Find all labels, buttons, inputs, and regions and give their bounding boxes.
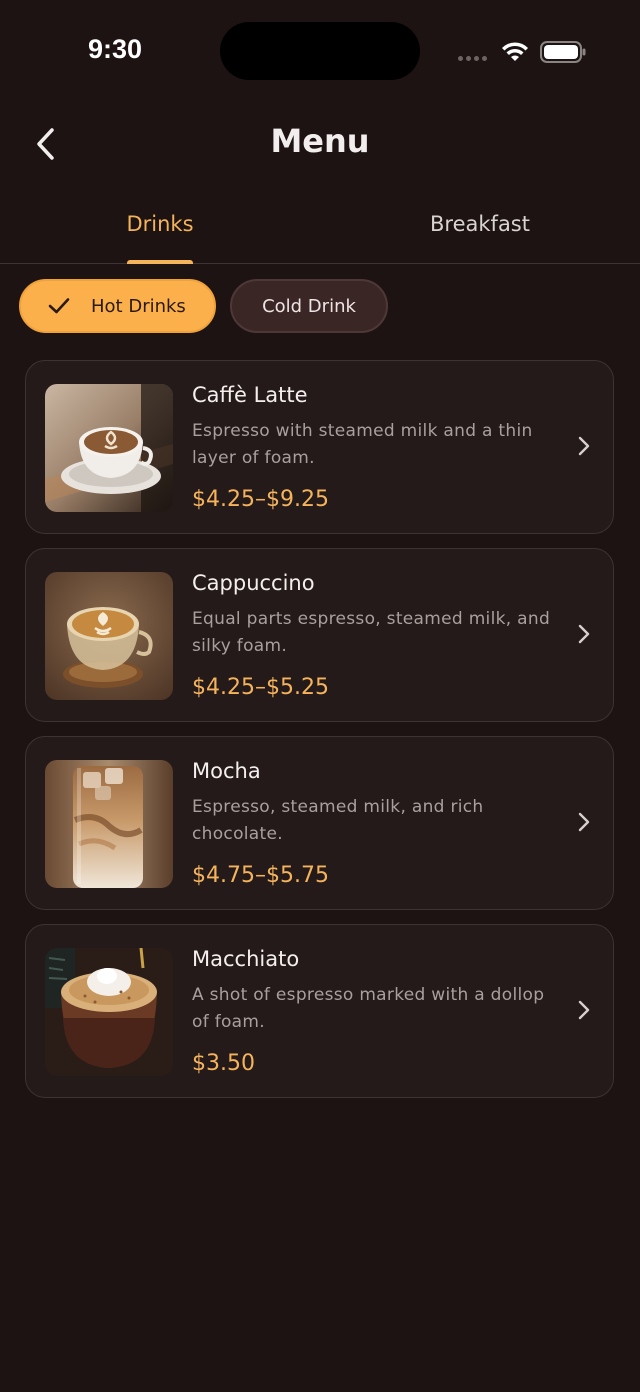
menu-item-caffe-latte[interactable]: Caffè Latte Espresso with steamed milk a…: [25, 360, 614, 534]
menu-item-mocha[interactable]: Mocha Espresso, steamed milk, and rich c…: [25, 736, 614, 910]
item-price: $3.50: [192, 1051, 255, 1076]
item-description: A shot of espresso marked with a dollop …: [192, 985, 545, 1032]
menu-item-macchiato[interactable]: Macchiato A shot of espresso marked with…: [25, 924, 614, 1098]
menu-item-cappuccino[interactable]: Cappuccino Equal parts espresso, steamed…: [25, 548, 614, 722]
filter-chip-hot-drinks[interactable]: Hot Drinks: [19, 279, 216, 333]
chevron-right-icon: [578, 624, 590, 644]
chevron-right-icon: [578, 812, 590, 832]
menu-list: Caffè Latte Espresso with steamed milk a…: [25, 360, 615, 1112]
item-price: $4.75–$5.75: [192, 863, 329, 888]
filter-chip-cold-drink[interactable]: Cold Drink: [230, 279, 388, 333]
macchiato-photo: [45, 948, 173, 1076]
tab-drinks[interactable]: Drinks: [0, 196, 320, 263]
mocha-photo: [45, 760, 173, 888]
filter-chips: Hot Drinks Cold Drink: [19, 279, 388, 333]
tab-bar: Drinks Breakfast: [0, 196, 640, 264]
tab-label: Breakfast: [430, 212, 530, 236]
cappuccino-photo: [45, 572, 173, 700]
chevron-right-icon: [578, 436, 590, 456]
item-description: Equal parts espresso, steamed milk, and …: [192, 609, 551, 656]
item-description: Espresso, steamed milk, and rich chocola…: [192, 797, 484, 844]
item-name: Mocha: [192, 759, 261, 783]
item-name: Caffè Latte: [192, 383, 308, 407]
item-name: Macchiato: [192, 947, 300, 971]
status-bar: 9:30: [0, 0, 640, 100]
page-title: Menu: [270, 122, 370, 160]
tab-label: Drinks: [126, 212, 194, 236]
filter-chip-label: Cold Drink: [262, 295, 356, 317]
status-time: 9:30: [88, 34, 143, 64]
menu-screen: 9:30 Menu Drinks Breakfast Hot Drinks Co…: [0, 0, 640, 1392]
item-description: Espresso with steamed milk and a thin la…: [192, 421, 533, 468]
chevron-right-icon: [578, 1000, 590, 1020]
item-name: Cappuccino: [192, 571, 315, 595]
checkmark-icon: [47, 296, 71, 316]
item-price: $4.25–$5.25: [192, 675, 329, 700]
cellular-signal-icon: [458, 56, 487, 61]
caffe-latte-photo: [45, 384, 173, 512]
tab-breakfast[interactable]: Breakfast: [320, 196, 640, 263]
item-price: $4.25–$9.25: [192, 487, 329, 512]
dynamic-island: [220, 22, 420, 80]
filter-chip-label: Hot Drinks: [91, 295, 186, 317]
battery-icon: [540, 41, 586, 63]
wifi-icon: [502, 42, 528, 61]
active-tab-indicator: [127, 260, 193, 264]
header: Menu: [0, 110, 640, 176]
